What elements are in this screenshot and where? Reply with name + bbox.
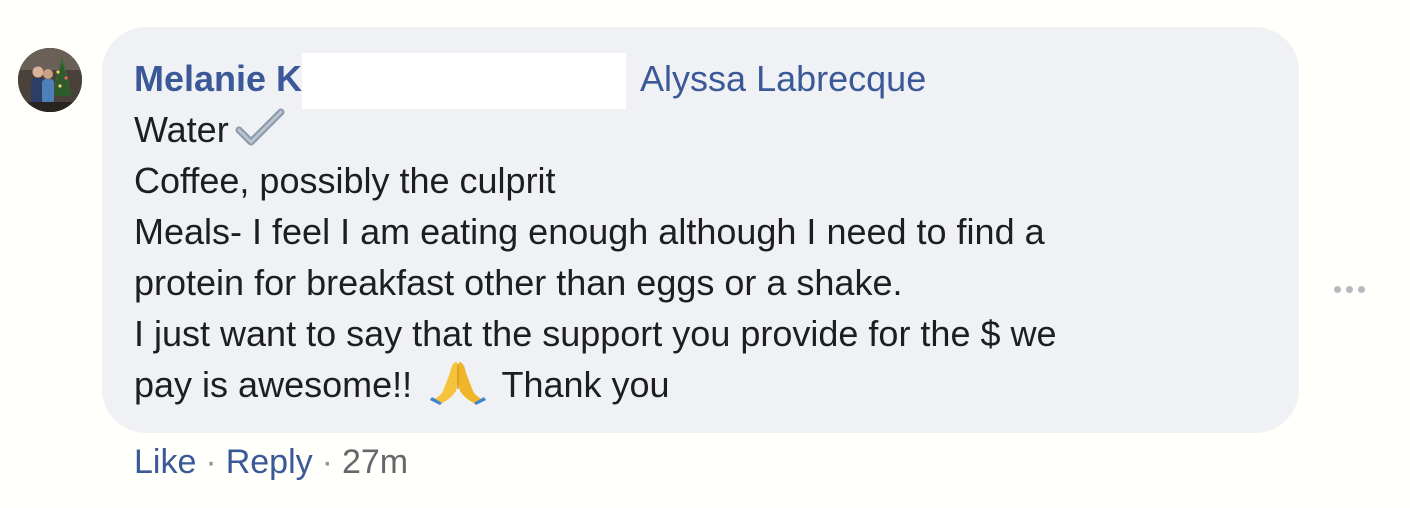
reply-link[interactable]: Reply <box>226 443 313 482</box>
comment-header: Melanie K Alyssa Labrecque <box>134 53 926 109</box>
comment-line: Meals- I feel I am eating enough althoug… <box>134 211 1045 252</box>
action-separator: · <box>321 442 333 481</box>
author-name-link[interactable]: Melanie K <box>134 55 302 103</box>
avatar[interactable] <box>18 48 82 112</box>
comment-line: protein for breakfast other than eggs or… <box>134 262 903 303</box>
comment-timestamp[interactable]: 27m <box>342 443 408 482</box>
comment-line: Coffee, possibly the culprit <box>134 160 556 201</box>
more-dot-icon <box>1333 285 1341 293</box>
like-link[interactable]: Like <box>134 443 196 482</box>
comment-line: I just want to say that the support you … <box>134 313 1057 354</box>
more-options-button[interactable] <box>1326 277 1372 301</box>
comment-line: Water <box>134 104 1274 155</box>
action-separator: · <box>205 442 217 481</box>
tagged-user-link[interactable]: Alyssa Labrecque <box>640 55 926 103</box>
more-dot-icon <box>1357 285 1365 293</box>
comment-actions: Like · Reply · 27m <box>134 440 408 484</box>
comment-line: pay is awesome!! Thank you <box>134 359 1274 410</box>
folded-hands-icon <box>430 362 487 405</box>
comment-text: Water Coffee, possibly the culprit Meals… <box>134 104 1274 410</box>
redaction-box <box>302 53 627 109</box>
more-dot-icon <box>1345 285 1353 293</box>
check-mark-icon <box>235 108 285 146</box>
avatar-photo-icon <box>18 48 82 112</box>
